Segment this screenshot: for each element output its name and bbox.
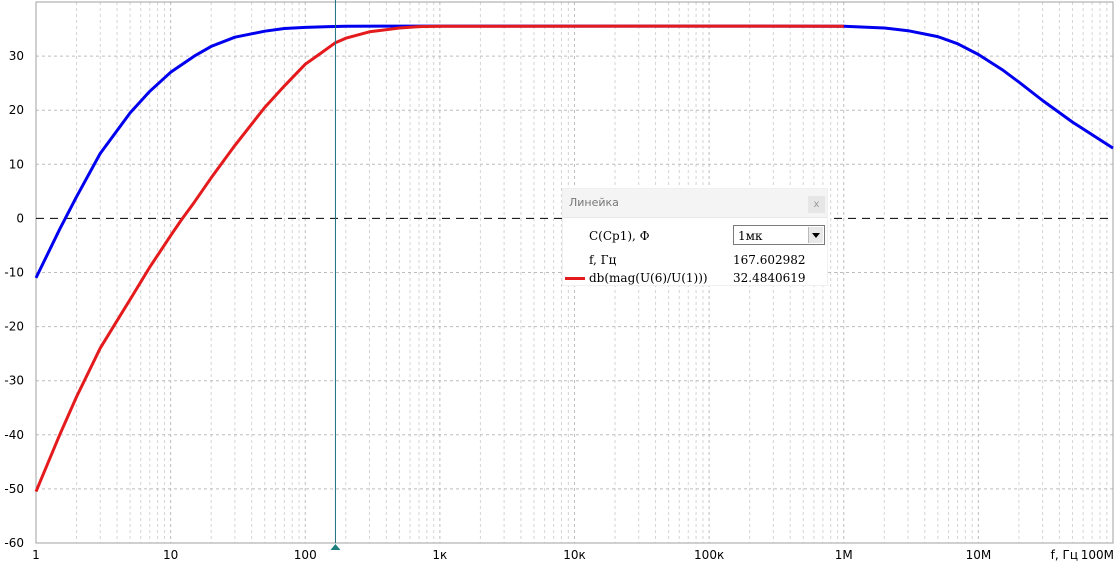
y-tick-labels: -60 -50 -40 -30 -20 -10 0 10 20 30 xyxy=(4,49,24,550)
x-tick-label: 1к xyxy=(432,548,447,562)
x-tick-label: 10к xyxy=(563,548,586,562)
chevron-down-icon[interactable] xyxy=(808,227,823,243)
x-tick-label: 10M xyxy=(966,548,992,562)
series-color-swatch xyxy=(565,277,585,280)
x-unit-label: f, Гц xyxy=(1051,548,1078,562)
cursor-marker-icon[interactable] xyxy=(330,544,341,550)
y-tick-label: -30 xyxy=(4,374,24,388)
ruler-panel-titlebar[interactable]: Линейка x xyxy=(563,189,827,218)
x-tick-label: 100M xyxy=(1081,548,1114,562)
x-tick-label: 100к xyxy=(694,548,724,562)
x-tick-label: 10 xyxy=(163,548,178,562)
parameter-select-value: 1мк xyxy=(738,229,763,243)
y-tick-label: 20 xyxy=(9,103,24,117)
ruler-panel-title: Линейка xyxy=(569,196,619,209)
ruler-cursor[interactable] xyxy=(330,0,341,550)
parameter-label: C(Cp1), Ф xyxy=(589,229,650,243)
series-label: db(mag(U(6)/U(1))) xyxy=(589,271,708,285)
frequency-value: 167.602982 xyxy=(733,253,806,267)
frequency-label: f, Гц xyxy=(589,253,617,267)
y-tick-label: -10 xyxy=(4,266,24,280)
parameter-select[interactable]: 1мк xyxy=(733,225,825,245)
ruler-panel[interactable]: Линейка x C(Cp1), Ф 1мк f, Гц 167.602982… xyxy=(562,188,828,286)
x-tick-label: 1M xyxy=(835,548,853,562)
x-tick-labels: 1 10 100 1к 10к 100к 1M 10M 100M xyxy=(32,548,1114,562)
bode-plot: -60 -50 -40 -30 -20 -10 0 10 20 30 1 10 100 1к 10к 100… xyxy=(4,0,1114,562)
y-tick-label: 10 xyxy=(9,157,24,171)
y-tick-label: 0 xyxy=(16,211,24,225)
y-tick-label: -60 xyxy=(4,536,24,550)
y-tick-label: -50 xyxy=(4,482,24,496)
y-tick-label: -20 xyxy=(4,320,24,334)
x-tick-label: 100 xyxy=(294,548,317,562)
y-tick-label: 30 xyxy=(9,49,24,63)
close-icon[interactable]: x xyxy=(808,196,825,213)
series-value: 32.4840619 xyxy=(733,271,806,285)
y-tick-label: -40 xyxy=(4,428,24,442)
x-tick-label: 1 xyxy=(32,548,40,562)
